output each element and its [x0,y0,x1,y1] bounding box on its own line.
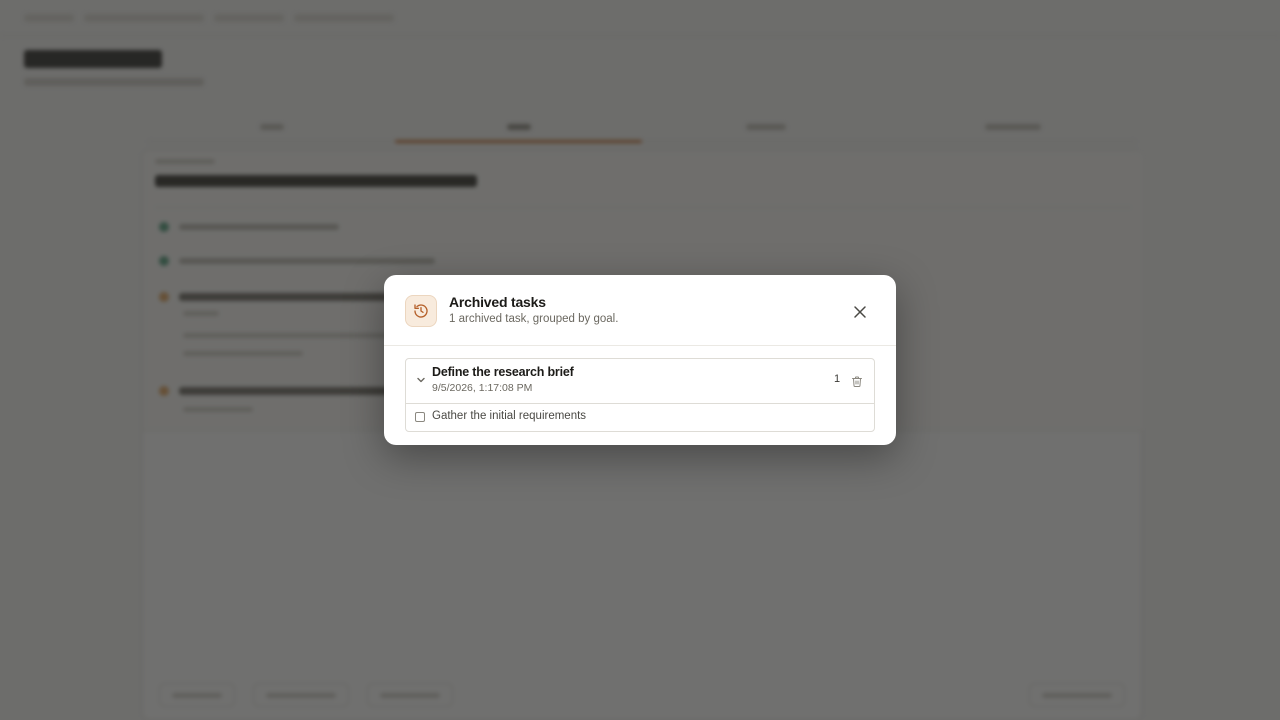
dialog-subtitle: 1 archived task, grouped by goal. [449,313,619,325]
history-icon [405,295,437,327]
archived-task-count: 1 [834,373,841,385]
close-button[interactable] [850,302,870,322]
task-label: Gather the initial requirements [432,410,587,422]
task-checkbox[interactable] [415,412,425,422]
close-icon [854,306,866,318]
dialog-header: Archived tasks 1 archived task, grouped … [384,275,896,346]
chevron-down-icon [417,377,425,383]
archived-tasks-dialog: Archived tasks 1 archived task, grouped … [384,275,896,445]
expand-toggle[interactable] [415,374,427,386]
archived-goal-group: Define the research brief 9/5/2026, 1:17… [405,358,875,432]
delete-group-button[interactable] [850,373,864,389]
trash-icon [852,376,862,387]
goal-archived-date: 9/5/2026, 1:17:08 PM [432,382,533,394]
goal-title: Define the research brief [432,365,574,379]
goal-group-header: Define the research brief 9/5/2026, 1:17… [406,359,874,404]
archived-task-item: Gather the initial requirements [406,404,874,431]
dialog-title: Archived tasks [449,294,546,310]
